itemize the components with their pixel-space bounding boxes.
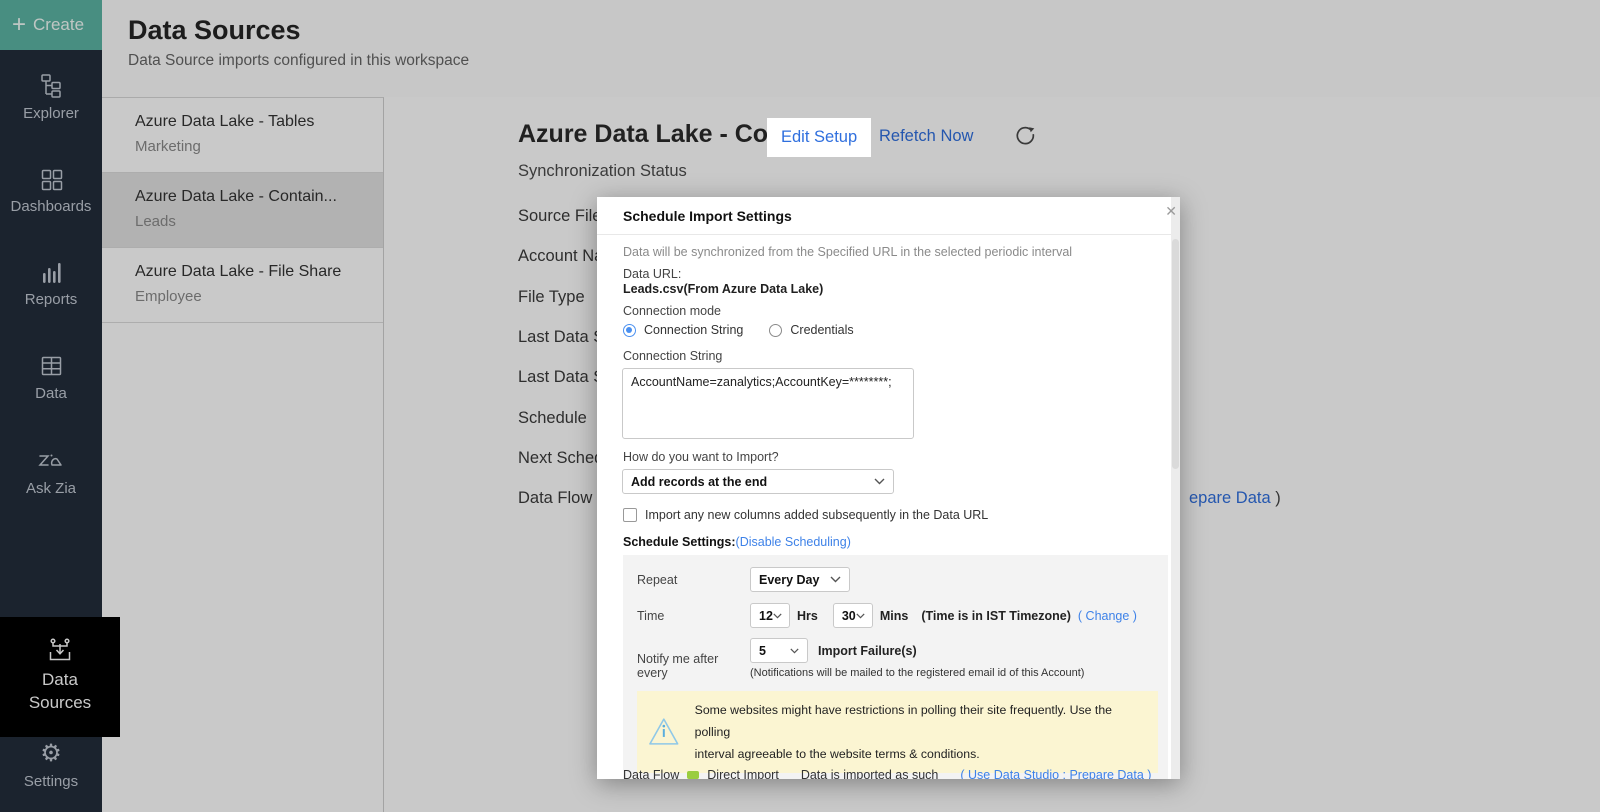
change-timezone-link[interactable]: ( Change ) (1078, 609, 1137, 623)
edit-setup-button[interactable]: Edit Setup (767, 118, 871, 157)
radio-credentials-label[interactable]: Credentials (790, 323, 853, 337)
radio-connection-string-label[interactable]: Connection String (644, 323, 743, 337)
notify-row: Notify me after every 5 Import Failure(s… (637, 638, 1156, 680)
time-hours-select[interactable]: 12 (750, 603, 790, 628)
disable-scheduling-link[interactable]: (Disable Scheduling) (736, 535, 851, 549)
chevron-down-icon (830, 576, 841, 583)
new-columns-checkbox[interactable] (623, 508, 637, 522)
data-flow-row-clipped: Data Flow Direct Import Data is imported… (623, 768, 1151, 779)
time-label: Time (637, 609, 750, 623)
notify-count-select[interactable]: 5 (750, 638, 808, 663)
data-flow-link[interactable]: ( Use Data Studio : Prepare Data ) (960, 768, 1151, 779)
connection-string-textarea[interactable]: AccountName=zanalytics;AccountKey=******… (622, 368, 914, 439)
time-mins-value: 30 (842, 609, 856, 623)
hrs-suffix: Hrs (797, 609, 818, 623)
radio-credentials[interactable] (769, 324, 782, 337)
polling-warning-banner: Some websites might have restrictions in… (637, 691, 1158, 773)
repeat-row: Repeat Every Day (637, 567, 1156, 592)
connection-mode-label: Connection mode (623, 304, 1168, 318)
timezone-note: (Time is in IST Timezone) (921, 609, 1071, 623)
repeat-select[interactable]: Every Day (750, 567, 850, 592)
schedule-settings-label: Schedule Settings: (623, 535, 736, 549)
chevron-down-icon (790, 648, 799, 654)
info-triangle-icon (647, 716, 681, 748)
notify-label: Notify me after every (637, 652, 750, 680)
warning-line-1: Some websites might have restrictions in… (695, 699, 1146, 743)
data-url-value: Leads.csv(From Azure Data Lake) (623, 282, 1168, 296)
time-row: Time 12 Hrs 30 Mins (Time is in IST Time… (637, 603, 1156, 628)
schedule-import-settings-dialog: ✕ Schedule Import Settings Data will be … (597, 197, 1180, 779)
chevron-down-icon (874, 478, 885, 485)
repeat-label: Repeat (637, 573, 750, 587)
data-url-label: Data URL: (623, 267, 1168, 281)
chevron-down-icon (856, 613, 865, 619)
connection-string-label: Connection String (623, 349, 1168, 363)
time-hours-value: 12 (759, 609, 773, 623)
radio-connection-string[interactable] (623, 324, 636, 337)
schedule-settings-heading: Schedule Settings:(Disable Scheduling) (623, 535, 1168, 549)
warning-line-2: interval agreeable to the website terms … (695, 743, 1146, 765)
import-mode-value: Add records at the end (631, 475, 767, 489)
time-mins-select[interactable]: 30 (833, 603, 873, 628)
scrollbar-thumb[interactable] (1172, 239, 1179, 469)
new-columns-option: Import any new columns added subsequentl… (623, 508, 1168, 522)
data-flow-status: Direct Import (707, 768, 779, 779)
status-green-icon (687, 771, 699, 779)
chevron-down-icon (773, 613, 782, 619)
data-flow-text: Data is imported as such (801, 768, 939, 779)
dialog-body: Data will be synchronized from the Speci… (597, 235, 1180, 779)
notify-note: (Notifications will be mailed to the reg… (750, 667, 1084, 679)
modal-scrollbar[interactable] (1171, 197, 1180, 779)
connection-mode-options: Connection String Credentials (623, 323, 1168, 337)
close-icon[interactable]: ✕ (1165, 203, 1177, 220)
mins-suffix: Mins (880, 609, 908, 623)
import-mode-select[interactable]: Add records at the end (622, 469, 894, 494)
new-columns-checkbox-label[interactable]: Import any new columns added subsequentl… (645, 508, 988, 522)
dialog-title: Schedule Import Settings (597, 197, 1180, 235)
import-mode-label: How do you want to Import? (623, 450, 1168, 464)
repeat-value: Every Day (759, 573, 819, 587)
schedule-settings-panel: Repeat Every Day Time 12 Hrs 30 Mins (623, 555, 1168, 779)
dialog-intro-text: Data will be synchronized from the Speci… (623, 245, 1168, 259)
notify-count-value: 5 (759, 644, 766, 658)
notify-suffix: Import Failure(s) (818, 644, 917, 658)
data-flow-label: Data Flow (623, 768, 679, 779)
